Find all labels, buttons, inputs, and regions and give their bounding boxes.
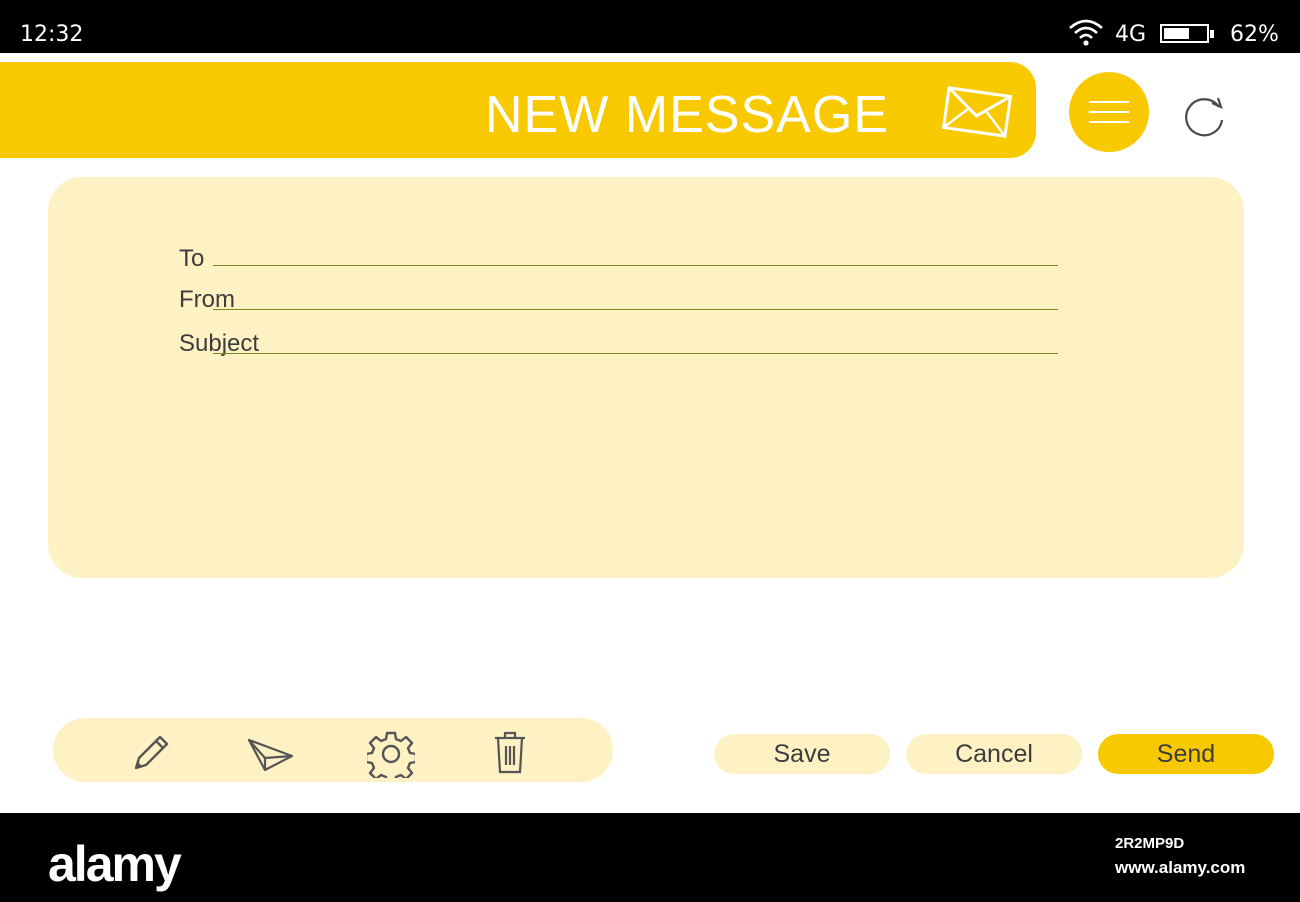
trash-icon [495,731,525,774]
edit-tool-button[interactable] [128,730,174,781]
send-button[interactable]: Send [1098,734,1274,774]
to-label: To [179,245,205,272]
send-tool-button[interactable] [246,730,296,781]
gear-icon [364,731,418,785]
pencil-icon [134,735,169,770]
subject-field[interactable] [213,353,1058,354]
settings-tool-button[interactable] [364,730,418,785]
message-form [48,177,1244,578]
footer-bar: alamy 2R2MP9D www.alamy.com [0,813,1300,902]
battery-icon [1160,24,1214,43]
cancel-button[interactable]: Cancel [906,734,1082,774]
delete-tool-button[interactable] [492,730,528,781]
battery-nub [1210,30,1214,38]
battery-level-fill [1164,28,1189,39]
network-type: 4G [1115,22,1147,47]
page-title: NEW MESSAGE [485,86,889,144]
image-id: 2R2MP9D [1115,835,1185,852]
save-button[interactable]: Save [714,734,890,774]
brand-logo: alamy [48,836,182,892]
status-time: 12:32 [20,22,84,47]
from-field[interactable] [213,309,1058,310]
battery-percent: 62% [1230,22,1279,47]
status-bar: 12:32 4G 62% [0,0,1300,53]
to-field[interactable] [213,265,1058,266]
envelope-icon [940,84,1014,145]
refresh-button[interactable] [1182,94,1228,145]
paper-plane-icon [247,738,294,772]
wifi-icon [1068,18,1104,53]
menu-button[interactable] [1069,72,1149,152]
refresh-icon [1185,97,1224,137]
site-url: www.alamy.com [1115,858,1246,877]
